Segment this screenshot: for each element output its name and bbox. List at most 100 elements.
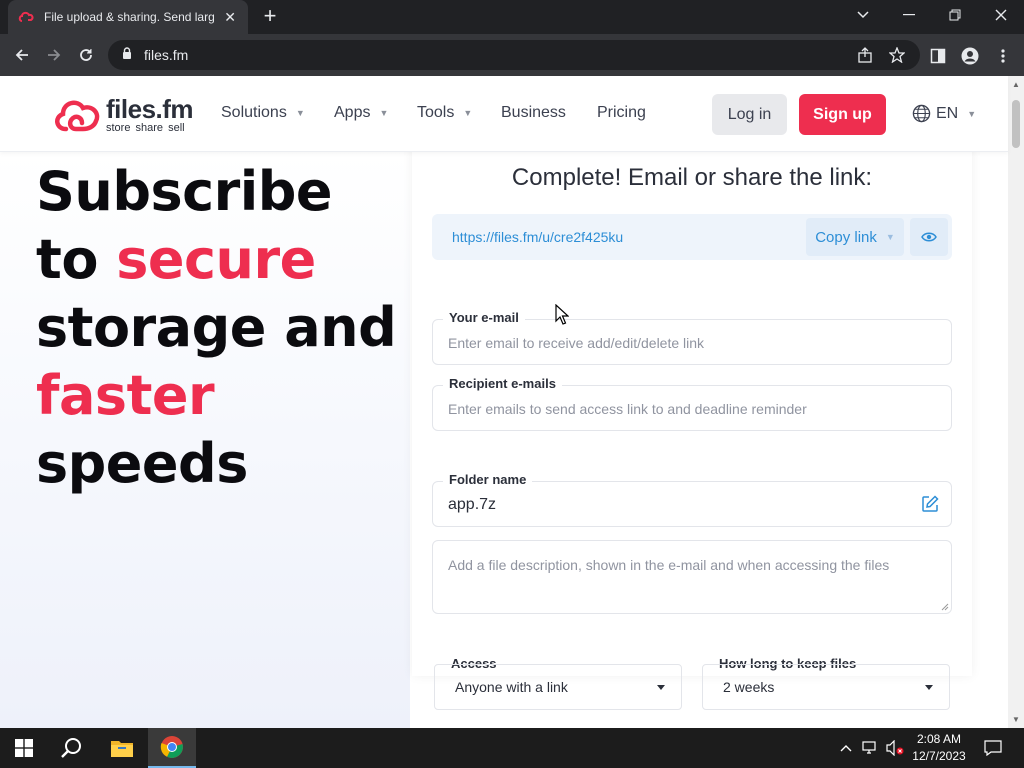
nav-tools-label: Tools [417, 104, 455, 121]
hero-accent-secure: secure [116, 228, 316, 291]
your-email-field[interactable]: Your e-mail Enter email to receive add/e… [432, 310, 952, 365]
chrome-taskbar-icon[interactable] [148, 728, 196, 768]
share-link-url[interactable]: https://files.fm/u/cre2f425ku [452, 229, 623, 245]
language-label: EN [936, 104, 959, 122]
recipient-emails-placeholder: Enter emails to send access link to and … [448, 401, 807, 417]
file-explorer-icon[interactable] [98, 728, 146, 768]
chevron-down-icon [925, 685, 933, 690]
chevron-down-icon: ▼ [463, 108, 473, 118]
logo-tagline: store share sell [106, 122, 185, 134]
hero-headline: Subscribe to secure storage and faster s… [36, 158, 397, 498]
profile-icon[interactable] [960, 46, 980, 66]
page-viewport: files.fm store share sell Solutions ▼ App… [0, 76, 1024, 728]
complete-heading: Complete! Email or share the link: [511, 164, 873, 191]
chevron-down-icon: ▼ [885, 232, 895, 242]
forward-icon[interactable] [40, 42, 68, 68]
url-text: files.fm [144, 47, 189, 63]
nav-apps[interactable]: Apps ▼ [334, 104, 388, 122]
clock-time: 2:08 AM [916, 732, 962, 746]
access-select[interactable]: Anyone with a link [434, 664, 682, 710]
preview-eye-button[interactable] [910, 218, 948, 256]
recipient-emails-field[interactable]: Recipient e-mails Enter emails to send a… [432, 376, 952, 431]
share-link-box: https://files.fm/u/cre2f425ku Copy link … [432, 214, 952, 260]
access-value: Anyone with a link [455, 679, 568, 695]
back-icon[interactable] [8, 42, 36, 68]
lock-icon [122, 46, 132, 64]
login-button[interactable]: Log in [712, 94, 787, 135]
chevron-down-icon: ▼ [967, 108, 977, 119]
nav-solutions-label: Solutions [221, 104, 287, 121]
copy-link-button[interactable]: Copy link ▼ [806, 218, 904, 256]
share-icon[interactable] [856, 47, 874, 63]
scroll-up-arrow-icon[interactable]: ▲ [1012, 80, 1020, 89]
keep-files-select[interactable]: 2 weeks [702, 664, 950, 710]
files-fm-favicon-icon [18, 9, 34, 25]
nav-business-label: Business [501, 104, 566, 121]
hero-line-1: Subscribe [36, 160, 333, 223]
copy-link-label: Copy link [815, 228, 877, 246]
file-description-textarea[interactable]: Add a file description, shown in the e-m… [432, 540, 952, 614]
signup-button[interactable]: Sign up [799, 94, 886, 135]
folder-name-field[interactable]: Folder name app.7z [432, 472, 952, 527]
logo-name: files.fm [106, 94, 194, 124]
site-header: files.fm store share sell Solutions ▼ App… [0, 76, 1008, 152]
hero-accent-faster: faster [36, 364, 215, 427]
chevron-down-icon: ▼ [295, 108, 305, 118]
folder-name-label: Folder name [443, 472, 533, 487]
your-email-label: Your e-mail [443, 310, 525, 325]
hero-line-5: speeds [36, 432, 248, 495]
page-scrollbar[interactable]: ▲ ▼ [1008, 76, 1024, 728]
nav-business[interactable]: Business [501, 104, 566, 122]
network-icon[interactable] [860, 728, 882, 768]
resize-handle-icon[interactable] [941, 603, 949, 611]
tab-search-icon[interactable] [840, 0, 886, 30]
browser-tab[interactable]: File upload & sharing. Send large files … [8, 0, 248, 34]
nav-tools[interactable]: Tools ▼ [417, 104, 472, 122]
nav-pricing-label: Pricing [597, 104, 646, 121]
globe-icon [912, 104, 931, 123]
tab-title: File upload & sharing. Send large files [44, 10, 215, 24]
chrome-menu-icon[interactable] [993, 46, 1013, 66]
tab-close-icon[interactable]: ✕ [222, 9, 238, 26]
share-card: Complete! Email or share the link: https… [412, 76, 972, 710]
language-selector[interactable]: EN ▼ [912, 104, 976, 123]
site-logo[interactable]: files.fm store share sell [52, 94, 194, 134]
clock-date: 12/7/2023 [912, 749, 966, 763]
chevron-down-icon: ▼ [379, 108, 389, 118]
scrollbar-thumb[interactable] [1012, 100, 1020, 148]
chevron-down-icon [657, 685, 665, 690]
address-bar[interactable]: files.fm [108, 40, 920, 70]
folder-name-value: app.7z [448, 496, 497, 513]
windows-start-icon[interactable] [0, 728, 48, 768]
your-email-placeholder: Enter email to receive add/edit/delete l… [448, 335, 705, 351]
minimize-icon[interactable] [886, 0, 932, 30]
hero-line-3: storage and [36, 296, 397, 359]
browser-toolbar: files.fm [0, 34, 1024, 76]
close-window-icon[interactable] [978, 0, 1024, 30]
nav-solutions[interactable]: Solutions ▼ [221, 104, 305, 122]
nav-apps-label: Apps [334, 104, 371, 121]
nav-pricing[interactable]: Pricing [597, 104, 646, 122]
recipient-emails-label: Recipient e-mails [443, 376, 562, 391]
notification-icon[interactable] [978, 728, 1008, 768]
side-panel-icon[interactable] [928, 46, 948, 66]
volume-muted-icon[interactable] [884, 728, 906, 768]
mouse-cursor-icon [555, 304, 569, 325]
scroll-down-arrow-icon[interactable]: ▼ [1012, 715, 1020, 724]
eye-icon [921, 232, 937, 242]
keep-files-value: 2 weeks [723, 679, 775, 695]
windows-taskbar: 2:08 AM 12/7/2023 [0, 728, 1024, 768]
file-description-placeholder: Add a file description, shown in the e-m… [448, 557, 890, 573]
hero-line-2: to secure [36, 226, 396, 294]
bookmark-star-icon[interactable] [888, 47, 906, 63]
hero-line-2-text: to [36, 228, 117, 291]
restore-icon[interactable] [932, 0, 978, 30]
edit-icon[interactable] [921, 495, 939, 513]
new-tab-button[interactable]: + [258, 5, 282, 28]
files-fm-logo-icon [55, 100, 100, 132]
search-icon[interactable] [48, 728, 96, 768]
reload-icon[interactable] [72, 42, 100, 68]
browser-tabstrip: File upload & sharing. Send large files … [0, 0, 1024, 34]
taskbar-clock[interactable]: 2:08 AM 12/7/2023 [904, 731, 974, 765]
tray-chevron-up-icon[interactable] [836, 728, 856, 768]
